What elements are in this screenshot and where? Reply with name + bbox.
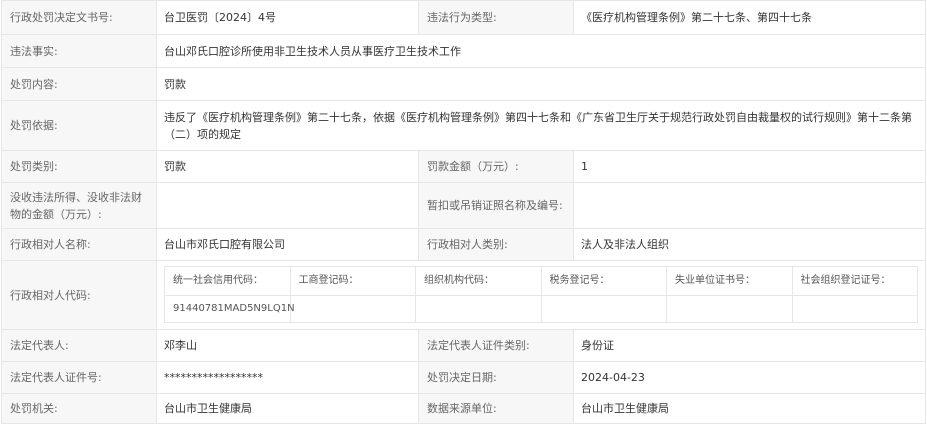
- credit-code-header: 统一社会信用代码：: [164, 266, 291, 296]
- penalty-content-value: 罚款: [156, 67, 926, 101]
- decision-no-value: 台卫医罚〔2024〕4号: [156, 0, 419, 35]
- data-source-label: 数据来源单位:: [418, 393, 574, 424]
- decision-no-label: 行政处罚决定文书号:: [1, 0, 157, 35]
- social-org-cert-header: 社会组织登记证号：: [791, 266, 918, 296]
- legal-rep-label: 法定代表人:: [1, 329, 157, 362]
- penalty-basis-value: 违反了《医疗机构管理条例》第二十七条，依据《医疗机构管理条例》第四十七条和《广东…: [156, 100, 926, 151]
- business-reg-value: [289, 295, 416, 323]
- legal-rep-id-no-value: ******************: [156, 361, 419, 394]
- legal-rep-id-no-label: 法定代表人证件号:: [1, 361, 157, 394]
- authority-value: 台山市卫生健康局: [156, 393, 419, 424]
- suspended-license-label: 暂扣或吊销证照名称及编号:: [418, 182, 574, 229]
- unemployment-cert-header: 失业单位证书号：: [666, 266, 793, 296]
- authority-label: 处罚机关:: [1, 393, 157, 424]
- table-row: 处罚依据: 违反了《医疗机构管理条例》第二十七条，依据《医疗机构管理条例》第四十…: [1, 100, 926, 151]
- tax-reg-header: 税务登记号：: [540, 266, 667, 296]
- penalty-category-value: 罚款: [156, 150, 419, 183]
- table-row: 行政相对人代码: 统一社会信用代码： 工商登记码： 组织机构代码： 税务登记号：…: [1, 260, 926, 330]
- party-code-table: 统一社会信用代码： 工商登记码： 组织机构代码： 税务登记号： 失业单位证书号：…: [164, 266, 918, 323]
- party-code-cell: 统一社会信用代码： 工商登记码： 组织机构代码： 税务登记号： 失业单位证书号：…: [156, 260, 926, 330]
- fine-amount-label: 罚款金额（万元）:: [418, 150, 574, 183]
- confiscated-amount-value: [156, 182, 419, 229]
- party-category-label: 行政相对人类别:: [418, 228, 574, 261]
- table-row: 行政处罚决定文书号: 台卫医罚〔2024〕4号 违法行为类型: 《医疗机构管理条…: [1, 0, 926, 35]
- table-row: 法定代表人证件号: ****************** 处罚决定日期: 202…: [1, 361, 926, 394]
- penalty-info-table: 行政处罚决定文书号: 台卫医罚〔2024〕4号 违法行为类型: 《医疗机构管理条…: [1, 0, 926, 424]
- party-name-label: 行政相对人名称:: [1, 228, 157, 261]
- table-row: 处罚机关: 台山市卫生健康局 数据来源单位: 台山市卫生健康局: [1, 393, 926, 424]
- table-row: 行政相对人名称: 台山市邓氏口腔有限公司 行政相对人类别: 法人及非法人组织: [1, 228, 926, 261]
- business-reg-header: 工商登记码：: [289, 266, 416, 296]
- violation-fact-label: 违法事实:: [1, 34, 157, 68]
- party-category-value: 法人及非法人组织: [573, 228, 926, 261]
- penalty-category-label: 处罚类别:: [1, 150, 157, 183]
- party-name-value: 台山市邓氏口腔有限公司: [156, 228, 419, 261]
- credit-code-value: 91440781MAD5N9LQ1N: [164, 295, 295, 323]
- table-row: 处罚内容: 罚款: [1, 67, 926, 101]
- fine-amount-value: 1: [573, 150, 926, 183]
- table-row: 违法事实: 台山邓氏口腔诊所使用非卫生技术人员从事医疗卫生技术工作: [1, 34, 926, 68]
- org-code-header: 组织机构代码：: [415, 266, 542, 296]
- penalty-content-label: 处罚内容:: [1, 67, 157, 101]
- suspended-license-value: [573, 182, 926, 229]
- violation-fact-value: 台山邓氏口腔诊所使用非卫生技术人员从事医疗卫生技术工作: [156, 34, 926, 68]
- legal-rep-id-type-value: 身份证: [573, 329, 926, 362]
- violation-type-label: 违法行为类型:: [418, 0, 574, 35]
- code-value-row: 91440781MAD5N9LQ1N: [164, 295, 918, 323]
- decision-date-label: 处罚决定日期:: [418, 361, 574, 394]
- data-source-value: 台山市卫生健康局: [573, 393, 926, 424]
- decision-date-value: 2024-04-23: [573, 361, 926, 394]
- table-row: 处罚类别: 罚款 罚款金额（万元）: 1: [1, 150, 926, 183]
- violation-type-value: 《医疗机构管理条例》第二十七条、第四十七条: [573, 0, 926, 35]
- social-org-cert-value: [791, 295, 918, 323]
- org-code-value: [415, 295, 542, 323]
- table-row: 法定代表人: 邓李山 法定代表人证件类别: 身份证: [1, 329, 926, 362]
- table-row: 没收违法所得、没收非法财物的金额（万元）: 暂扣或吊销证照名称及编号:: [1, 182, 926, 229]
- confiscated-amount-label: 没收违法所得、没收非法财物的金额（万元）:: [1, 182, 157, 229]
- party-code-label: 行政相对人代码:: [1, 260, 157, 330]
- tax-reg-value: [540, 295, 667, 323]
- legal-rep-value: 邓李山: [156, 329, 419, 362]
- unemployment-cert-value: [666, 295, 793, 323]
- penalty-basis-label: 处罚依据:: [1, 100, 157, 151]
- code-header-row: 统一社会信用代码： 工商登记码： 组织机构代码： 税务登记号： 失业单位证书号：…: [164, 266, 918, 296]
- legal-rep-id-type-label: 法定代表人证件类别:: [418, 329, 574, 362]
